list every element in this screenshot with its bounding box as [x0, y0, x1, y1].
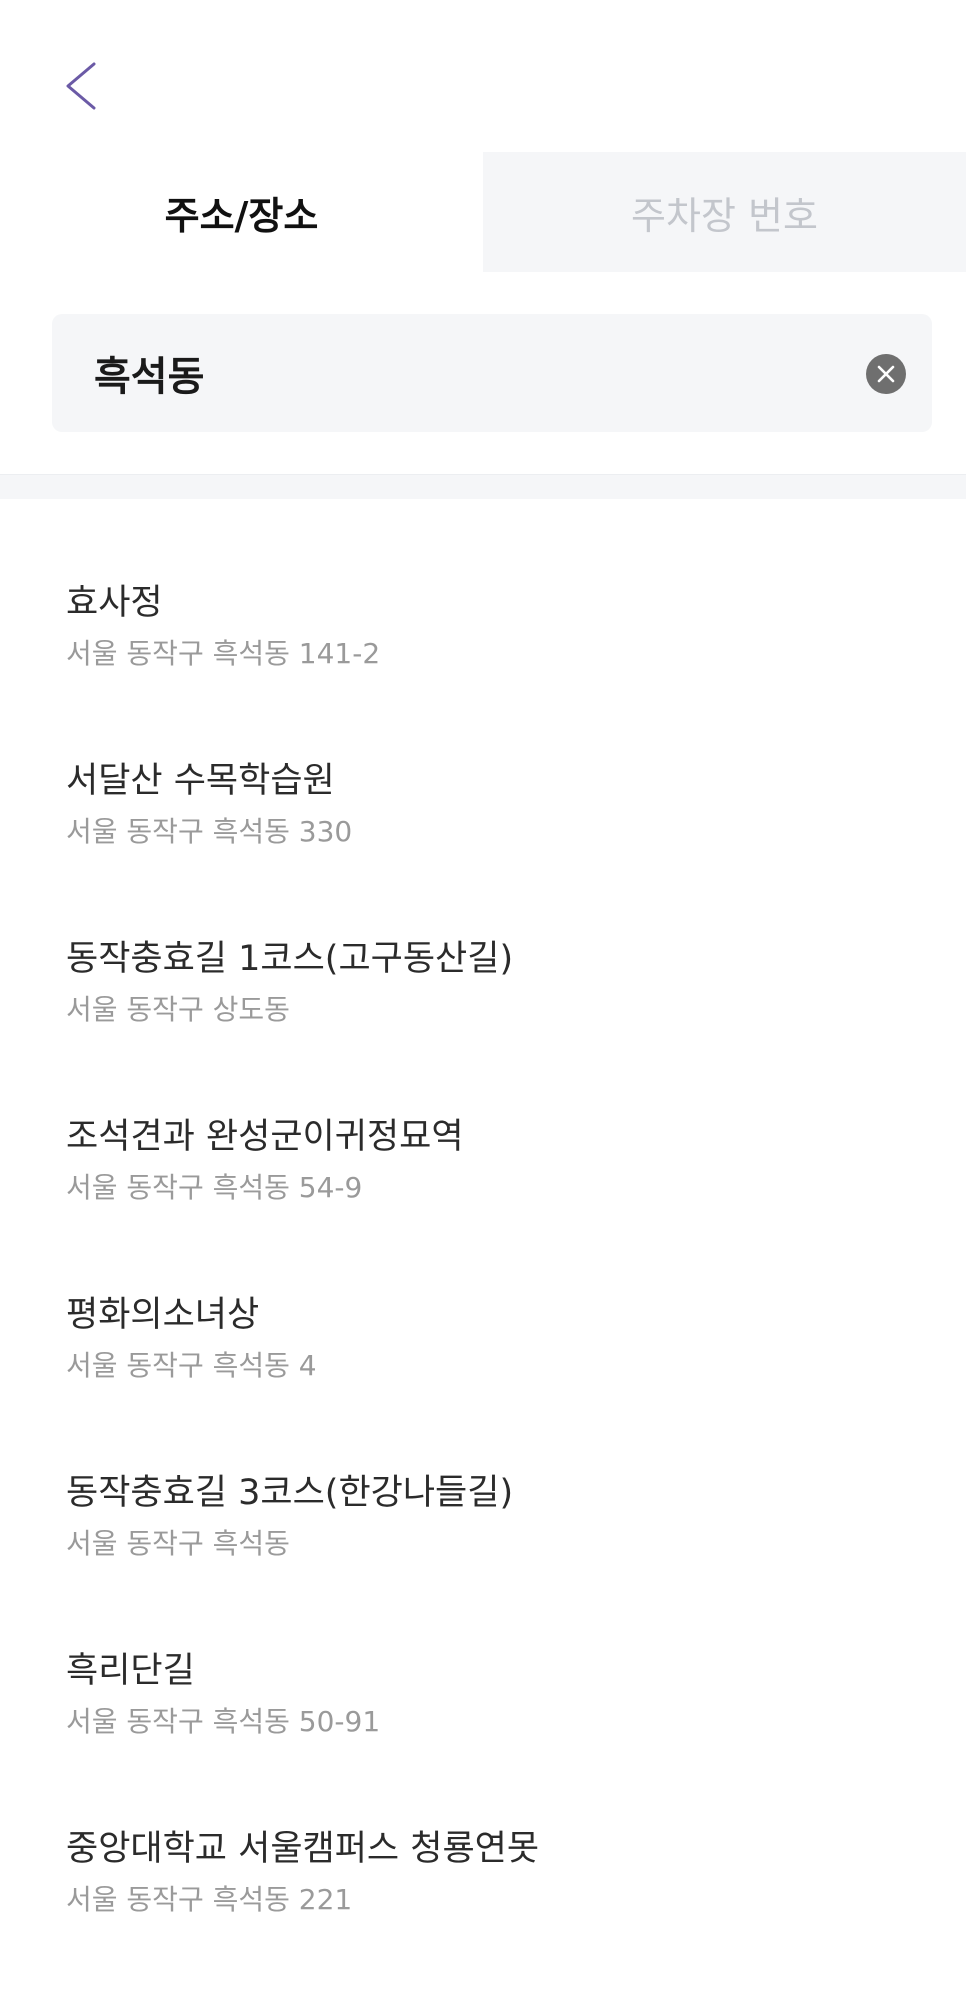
result-address: 서울 동작구 흑석동 4: [66, 1349, 317, 1382]
chevron-left-icon: [66, 62, 96, 110]
result-address: 서울 동작구 흑석동 141-2: [66, 637, 381, 670]
result-item[interactable]: 평화의소녀상 서울 동작구 흑석동 4: [0, 1292, 966, 1470]
result-title: 흑리단길: [66, 1651, 195, 1691]
tab-address-place[interactable]: 주소/장소: [0, 152, 483, 272]
result-title: 동작충효길 3코스(한강나들길): [66, 1473, 514, 1513]
result-title: 중앙대학교 서울캠퍼스 청룡연못: [66, 1829, 540, 1869]
search-input[interactable]: [94, 314, 854, 432]
result-item[interactable]: 동작충효길 1코스(고구동산길) 서울 동작구 상도동: [0, 936, 966, 1114]
result-address: 서울 동작구 흑석동 50-91: [66, 1705, 381, 1738]
result-item[interactable]: 서달산 수목학습원 서울 동작구 흑석동 330: [0, 758, 966, 936]
clear-search-button[interactable]: [866, 354, 906, 394]
search-box: [52, 314, 932, 432]
result-item[interactable]: 중앙대학교 서울캠퍼스 청룡연못 서울 동작구 흑석동 221: [0, 1826, 966, 2004]
result-title: 서달산 수목학습원: [66, 761, 335, 801]
result-item[interactable]: 동작충효길 3코스(한강나들길) 서울 동작구 흑석동: [0, 1470, 966, 1648]
result-address: 서울 동작구 상도동: [66, 993, 290, 1026]
result-item[interactable]: 흑리단길 서울 동작구 흑석동 50-91: [0, 1648, 966, 1826]
back-button[interactable]: [52, 56, 112, 116]
result-title: 동작충효길 1코스(고구동산길): [66, 939, 514, 979]
search-results-list: 효사정 서울 동작구 흑석동 141-2 서달산 수목학습원 서울 동작구 흑석…: [0, 580, 966, 2004]
result-address: 서울 동작구 흑석동 330: [66, 815, 353, 848]
tab-parking-number[interactable]: 주차장 번호: [483, 152, 966, 272]
search-type-tabs: 주소/장소 주차장 번호: [0, 152, 966, 272]
section-divider: [0, 474, 966, 499]
result-address: 서울 동작구 흑석동 54-9: [66, 1171, 363, 1204]
close-icon: [877, 365, 895, 383]
result-address: 서울 동작구 흑석동: [66, 1527, 290, 1560]
result-address: 서울 동작구 흑석동 221: [66, 1883, 353, 1916]
result-title: 평화의소녀상: [66, 1295, 260, 1335]
result-item[interactable]: 조석견과 완성군이귀정묘역 서울 동작구 흑석동 54-9: [0, 1114, 966, 1292]
result-title: 효사정: [66, 583, 163, 623]
result-title: 조석견과 완성군이귀정묘역: [66, 1117, 464, 1157]
result-item[interactable]: 효사정 서울 동작구 흑석동 141-2: [0, 580, 966, 758]
